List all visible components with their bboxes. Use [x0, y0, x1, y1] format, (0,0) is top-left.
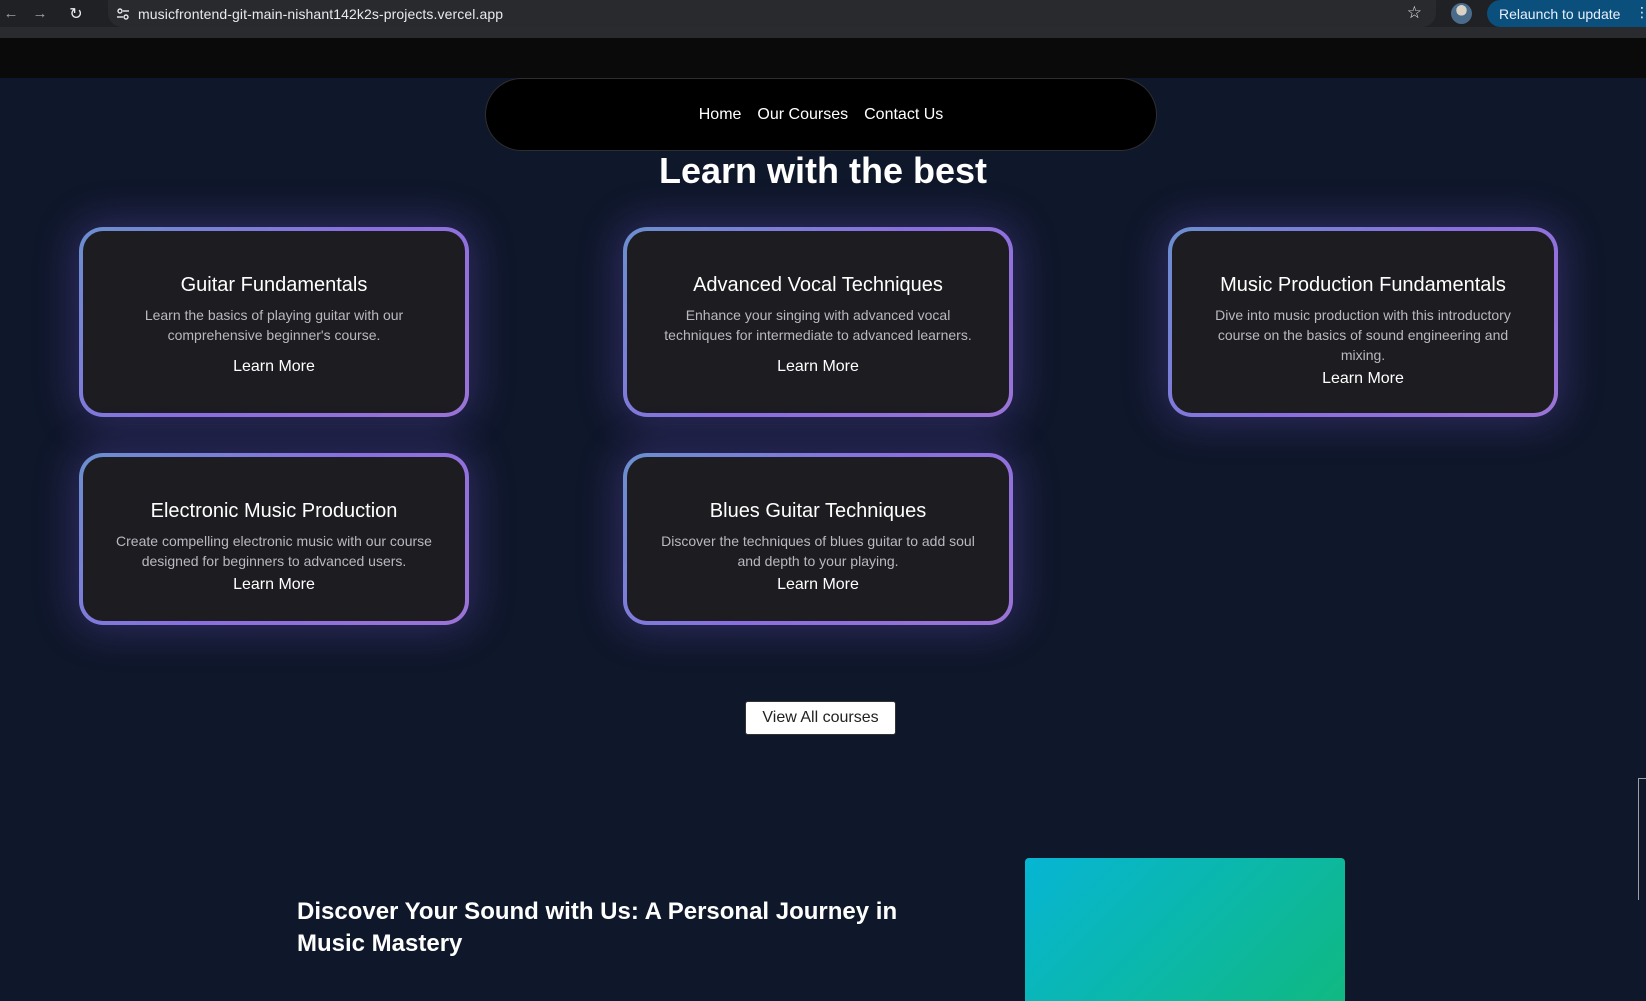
course-title: Guitar Fundamentals	[180, 274, 368, 296]
page-top-band	[0, 38, 1646, 78]
course-card-body: Blues Guitar Techniques Discover the tec…	[627, 457, 1009, 621]
nav-link-home[interactable]: Home	[699, 106, 742, 124]
learn-more-link[interactable]: Learn More	[777, 575, 859, 595]
course-description: Learn the basics of playing guitar with …	[144, 307, 404, 343]
star-icon[interactable]: ☆	[1407, 3, 1422, 23]
learn-more-link[interactable]: Learn More	[777, 357, 859, 377]
nav-link-contact[interactable]: Contact Us	[864, 106, 943, 124]
course-card: Blues Guitar Techniques Discover the tec…	[623, 453, 1013, 625]
learn-more-link[interactable]: Learn More	[1322, 369, 1404, 389]
kebab-icon[interactable]: ⋮	[1635, 4, 1646, 21]
browser-divider	[0, 27, 1646, 38]
course-description: Dive into music production with this int…	[1215, 307, 1511, 363]
learn-more-link[interactable]: Learn More	[233, 357, 315, 377]
section-title: Learn with the best	[658, 150, 988, 191]
hero-image-placeholder	[1025, 858, 1345, 1001]
relaunch-button[interactable]: Relaunch to update	[1487, 0, 1646, 27]
course-description: Create compelling electronic music with …	[116, 533, 432, 569]
course-description: Enhance your singing with advanced vocal…	[664, 307, 972, 343]
relaunch-label: Relaunch to update	[1499, 5, 1621, 22]
arrow-left-icon[interactable]: ←	[0, 0, 22, 27]
learn-more-link[interactable]: Learn More	[233, 575, 315, 595]
course-title: Electronic Music Production	[150, 500, 398, 522]
course-card-body: Guitar Fundamentals Learn the basics of …	[83, 231, 465, 413]
tune-icon-svg	[117, 7, 129, 20]
course-description: Discover the techniques of blues guitar …	[661, 533, 975, 569]
course-card: Music Production Fundamentals Dive into …	[1168, 227, 1558, 417]
url-text[interactable]: musicfrontend-git-main-nishant142k2s-pro…	[138, 6, 503, 22]
course-card: Electronic Music Production Create compe…	[79, 453, 469, 625]
course-card-body: Advanced Vocal Techniques Enhance your s…	[627, 231, 1009, 413]
view-all-courses-button[interactable]: View All courses	[745, 701, 896, 735]
course-title: Music Production Fundamentals	[1220, 274, 1506, 296]
course-title: Advanced Vocal Techniques	[693, 274, 943, 296]
course-card: Advanced Vocal Techniques Enhance your s…	[623, 227, 1013, 417]
reload-icon[interactable]: ↻	[58, 0, 94, 27]
scrollbar[interactable]	[1638, 778, 1646, 900]
tune-icon[interactable]	[108, 7, 138, 21]
profile-avatar[interactable]	[1451, 3, 1472, 24]
browser-toolbar: ← → ↻ musicfrontend-git-main-nishant142k…	[0, 0, 1646, 27]
course-card-body: Music Production Fundamentals Dive into …	[1172, 231, 1554, 413]
address-bar[interactable]: musicfrontend-git-main-nishant142k2s-pro…	[108, 0, 1436, 27]
course-title: Blues Guitar Techniques	[709, 500, 927, 522]
nav-link-courses[interactable]: Our Courses	[757, 106, 848, 124]
discover-heading: Discover Your Sound with Us: A Personal …	[297, 898, 898, 957]
main-navbar: Home Our Courses Contact Us	[485, 78, 1157, 151]
course-card-body: Electronic Music Production Create compe…	[83, 457, 465, 621]
arrow-right-icon[interactable]: →	[22, 0, 58, 27]
course-card: Guitar Fundamentals Learn the basics of …	[79, 227, 469, 417]
